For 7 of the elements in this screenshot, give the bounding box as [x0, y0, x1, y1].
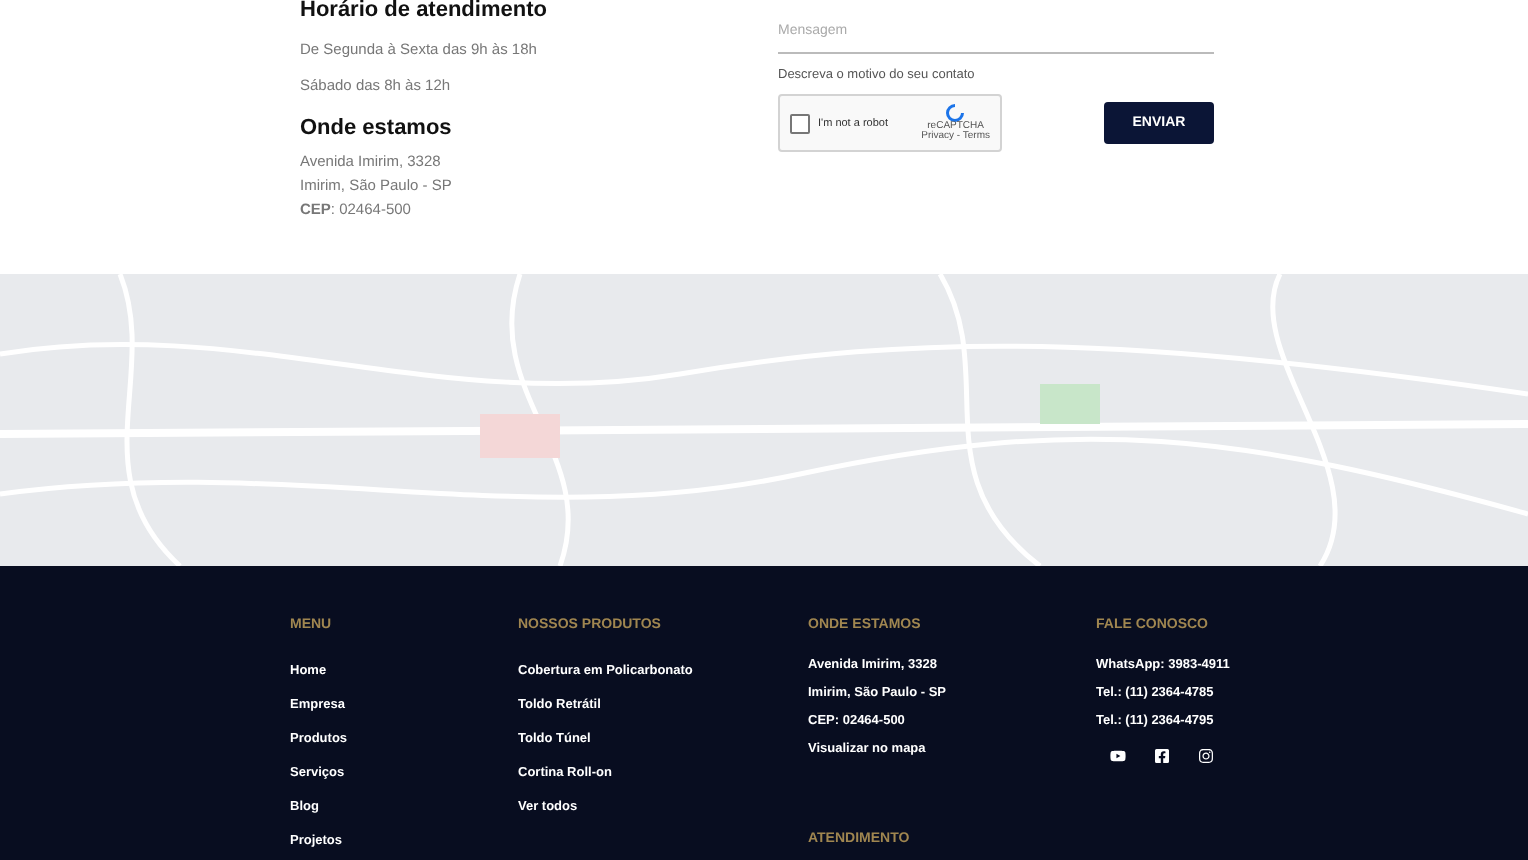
section-title: Horário de atendimento	[300, 0, 549, 22]
facebook-icon[interactable]	[1154, 748, 1170, 764]
captcha-checkbox[interactable]	[790, 113, 810, 134]
instagram-icon[interactable]	[1198, 748, 1214, 764]
recaptcha-logo-icon	[946, 104, 965, 123]
youtube-icon[interactable]	[1110, 748, 1126, 764]
section-title: Onde estamos	[300, 116, 454, 142]
